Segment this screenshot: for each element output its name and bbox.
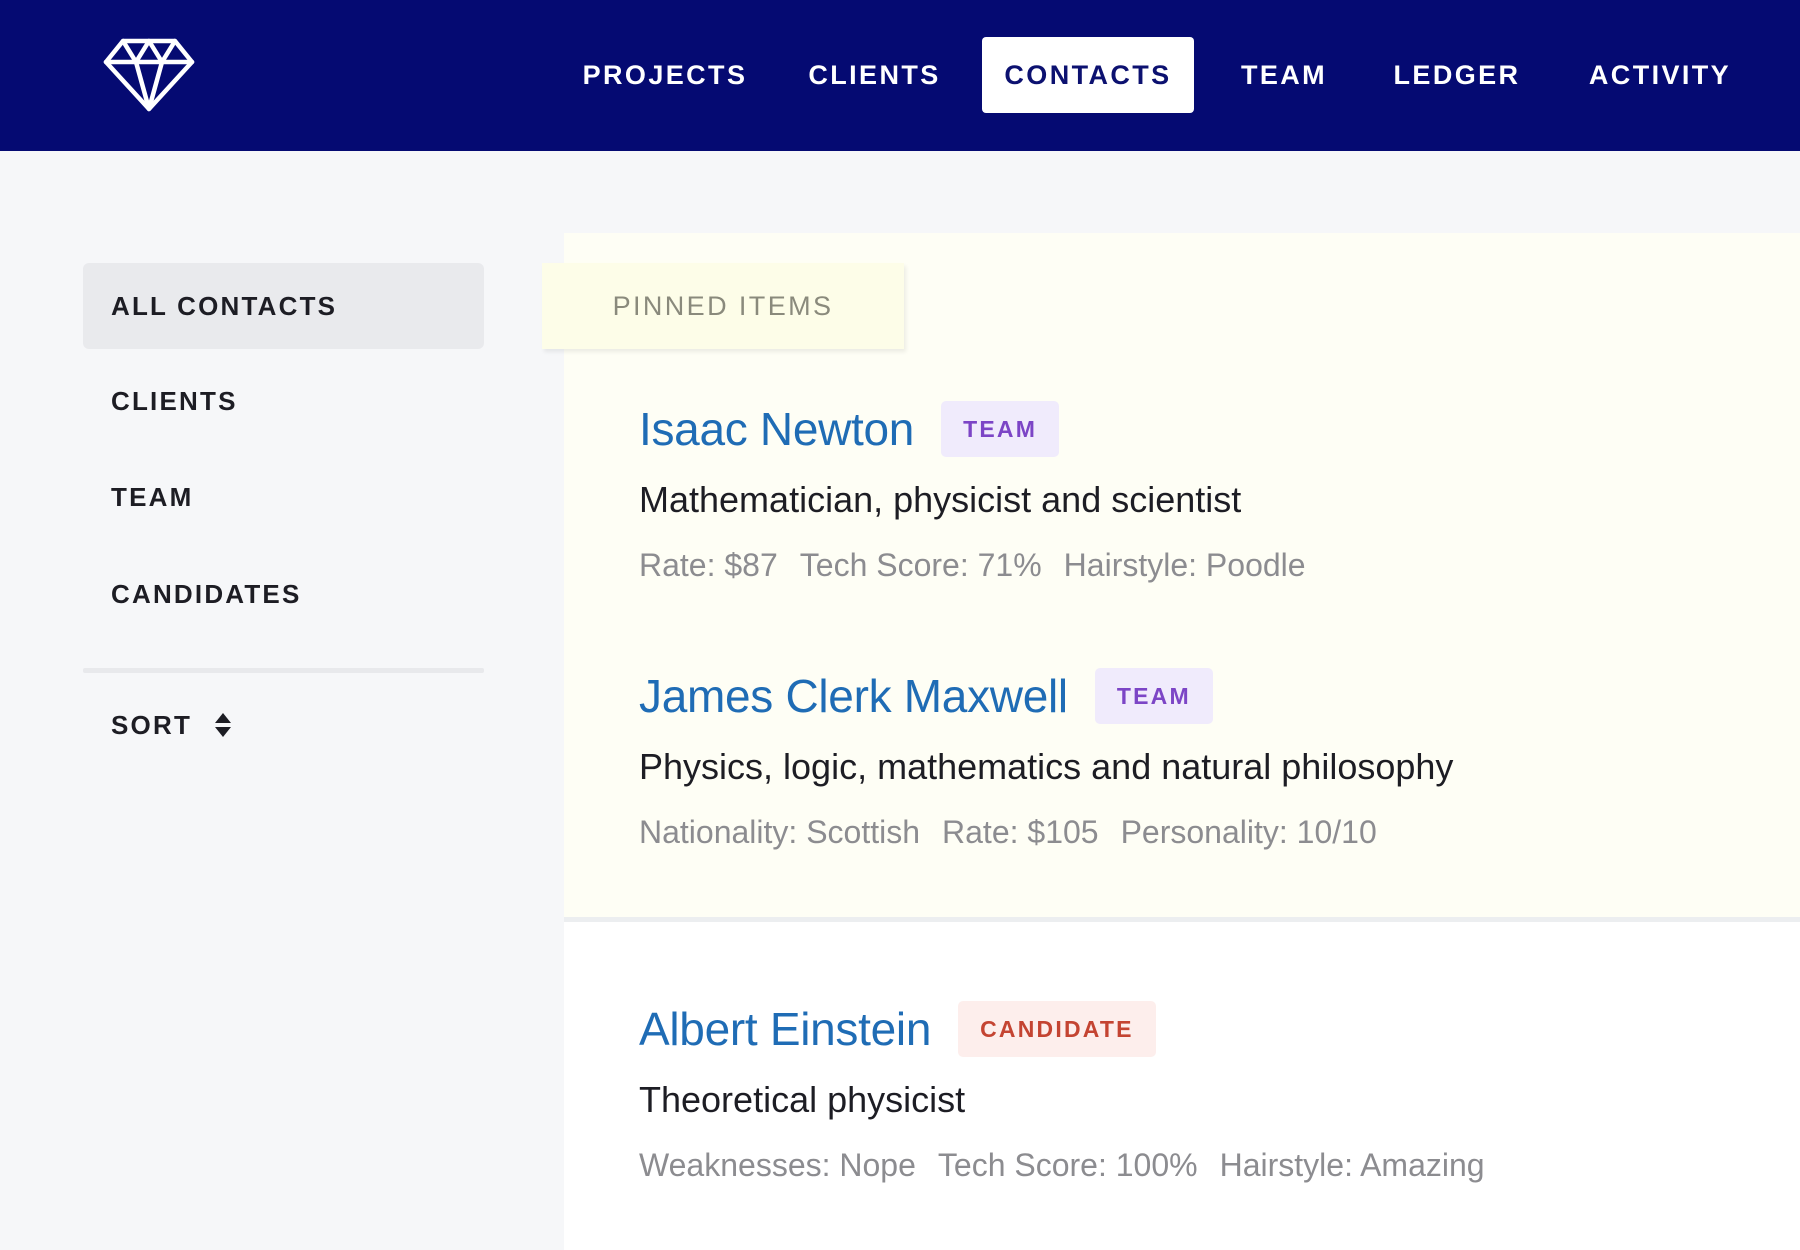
attribute-weaknesses: Weaknesses: Nope: [639, 1147, 916, 1183]
attribute-rate: Rate: $87: [639, 547, 778, 583]
sidebar-divider: [83, 668, 484, 673]
contact-description: Physics, logic, mathematics and natural …: [639, 746, 1454, 787]
contact-card: Albert Einstein CANDIDATE Theoretical ph…: [639, 999, 1779, 1184]
contact-description: Mathematician, physicist and scientist: [639, 479, 1242, 520]
attribute-personality: Personality: 10/10: [1120, 814, 1377, 850]
attribute-hairstyle: Hairstyle: Amazing: [1219, 1147, 1485, 1183]
sort-updown-icon: [215, 713, 232, 737]
attribute-rate: Rate: $105: [942, 814, 1099, 850]
contact-card: Isaac Newton TEAM Mathematician, physici…: [639, 399, 1779, 584]
contact-description: Theoretical physicist: [639, 1079, 966, 1120]
team-badge: TEAM: [941, 401, 1060, 457]
attribute-hairstyle: Hairstyle: Poodle: [1063, 547, 1306, 583]
nav-contacts[interactable]: CONTACTS: [982, 37, 1194, 113]
team-badge: TEAM: [1094, 668, 1213, 724]
nav-team[interactable]: TEAM: [1228, 37, 1340, 113]
attribute-tech-score: Tech Score: 71%: [799, 547, 1042, 583]
sidebar-item-team[interactable]: TEAM: [83, 454, 484, 540]
contact-name-link[interactable]: James Clerk Maxwell: [639, 669, 1068, 723]
attribute-tech-score: Tech Score: 100%: [937, 1147, 1198, 1183]
diamond-icon[interactable]: [103, 38, 195, 112]
sort-label: SORT: [111, 709, 193, 740]
nav-projects[interactable]: PROJECTS: [575, 37, 755, 113]
attribute-nationality: Nationality: Scottish: [639, 814, 921, 850]
contact-name-link[interactable]: Isaac Newton: [639, 402, 914, 456]
top-navbar: PROJECTS CLIENTS CONTACTS TEAM LEDGER AC…: [0, 0, 1800, 151]
nav-ledger[interactable]: LEDGER: [1387, 37, 1527, 113]
sort-button[interactable]: SORT: [111, 705, 232, 745]
contact-attributes: Rate: $87 Tech Score: 71% Hairstyle: Poo…: [639, 547, 1779, 584]
candidate-badge: CANDIDATE: [958, 1001, 1156, 1057]
contact-card: James Clerk Maxwell TEAM Physics, logic,…: [639, 666, 1779, 851]
nav-clients[interactable]: CLIENTS: [792, 37, 957, 113]
pinned-items-tab: PINNED ITEMS: [542, 263, 904, 349]
sidebar-item-candidates[interactable]: CANDIDATES: [83, 551, 484, 637]
sidebar-item-all-contacts[interactable]: ALL CONTACTS: [83, 263, 484, 349]
nav-activity[interactable]: ACTIVITY: [1580, 37, 1740, 113]
contact-attributes: Weaknesses: Nope Tech Score: 100% Hairst…: [639, 1147, 1779, 1184]
contact-name-link[interactable]: Albert Einstein: [639, 1002, 931, 1056]
contact-attributes: Nationality: Scottish Rate: $105 Persona…: [639, 814, 1779, 851]
sidebar-item-clients[interactable]: CLIENTS: [83, 358, 484, 444]
